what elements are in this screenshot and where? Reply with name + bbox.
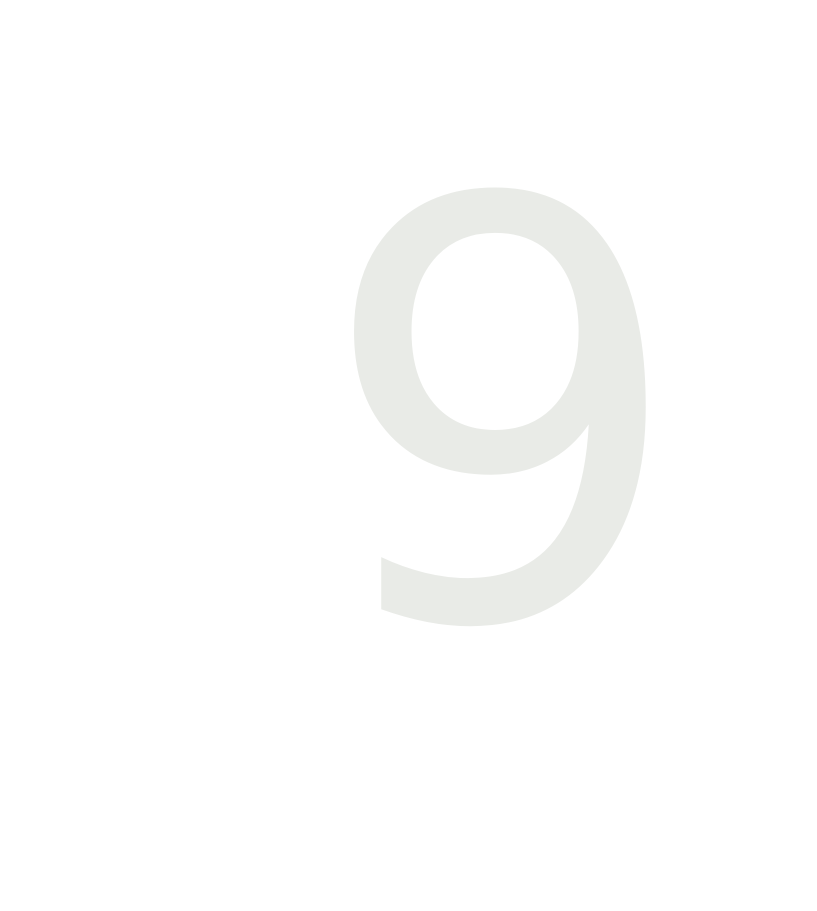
page-canvas: 9 [0,0,817,911]
large-digit: 9 [317,80,687,755]
